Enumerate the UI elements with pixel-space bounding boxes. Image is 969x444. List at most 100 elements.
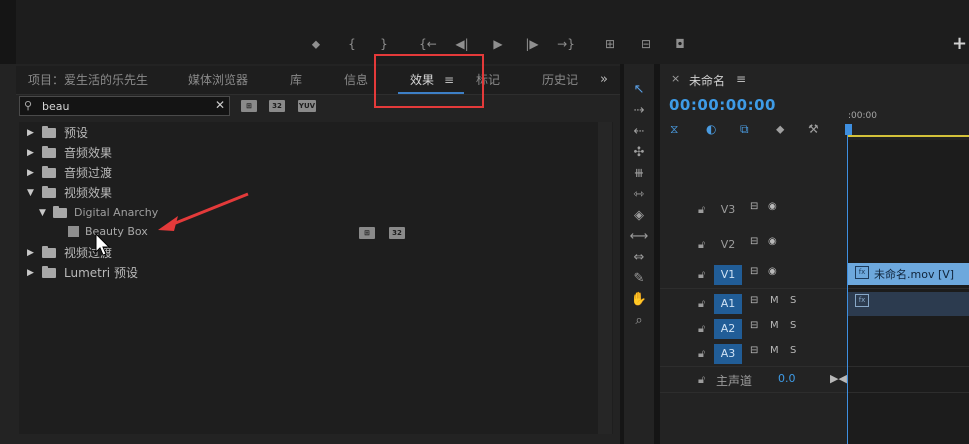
tree-item-label: Lumetri 预设 bbox=[64, 266, 138, 280]
preset-folder-icon bbox=[42, 126, 56, 138]
track-select-backward-icon[interactable]: ⇠ bbox=[627, 122, 651, 142]
zoom-tool-icon[interactable]: ⌕ bbox=[627, 311, 651, 331]
eye-icon[interactable]: ◉ bbox=[768, 201, 777, 212]
sync-lock-icon[interactable]: ⊟ bbox=[750, 295, 758, 306]
rate-stretch-tool-icon[interactable]: ⇿ bbox=[627, 185, 651, 205]
sync-lock-icon[interactable]: ⊟ bbox=[750, 236, 758, 247]
slip-tool-icon[interactable]: ⟷ bbox=[627, 227, 651, 247]
tree-item-label: 音频效果 bbox=[64, 146, 113, 160]
mute-button[interactable]: M bbox=[770, 320, 779, 331]
mark-out-icon[interactable]: } bbox=[374, 34, 394, 54]
expand-triangle-icon[interactable]: ▶ bbox=[27, 123, 37, 143]
rolling-edit-tool-icon[interactable]: ⧻ bbox=[627, 164, 651, 184]
tab-media-browser[interactable]: 媒体浏览器 bbox=[188, 66, 248, 94]
tree-scrollbar[interactable] bbox=[598, 122, 612, 434]
track-name[interactable]: V2 bbox=[714, 235, 742, 255]
track-select-tool-icon[interactable]: ⇢ bbox=[627, 101, 651, 121]
tab-libraries[interactable]: 库 bbox=[290, 66, 302, 94]
tab-info[interactable]: 信息 bbox=[344, 66, 368, 94]
insert-icon[interactable]: ⊞ bbox=[600, 34, 620, 54]
eye-icon[interactable]: ◉ bbox=[768, 266, 777, 277]
mute-button[interactable]: M bbox=[770, 345, 779, 356]
yuv-effects-filter[interactable]: YUV bbox=[298, 100, 316, 112]
track-name[interactable]: A1 bbox=[714, 294, 742, 314]
expand-triangle-icon[interactable]: ▶ bbox=[27, 163, 37, 183]
razor-tool-icon[interactable]: ◈ bbox=[627, 206, 651, 226]
lock-icon[interactable]: 🔓︎ bbox=[698, 322, 705, 336]
mouse-cursor-icon bbox=[95, 232, 111, 256]
add-marker-icon[interactable]: ⬥ bbox=[776, 122, 784, 137]
fx-badge: fx bbox=[855, 266, 869, 279]
solo-button[interactable]: S bbox=[790, 295, 796, 306]
collapse-triangle-icon[interactable]: ▼ bbox=[27, 183, 37, 203]
step-forward-icon[interactable]: |▶ bbox=[522, 34, 542, 54]
tree-item-audio-effects[interactable]: ▶ 音频效果 bbox=[25, 143, 585, 163]
search-input[interactable] bbox=[42, 97, 207, 115]
close-icon[interactable]: × bbox=[671, 72, 680, 85]
settings-wrench-icon[interactable]: ⚒ bbox=[808, 122, 819, 136]
overwrite-icon[interactable]: ⊟ bbox=[636, 34, 656, 54]
add-button[interactable]: + bbox=[952, 33, 967, 54]
selection-tool-icon[interactable]: ↖ bbox=[627, 80, 651, 100]
solo-button[interactable]: S bbox=[790, 345, 796, 356]
mark-in-icon[interactable]: { bbox=[342, 34, 362, 54]
sync-lock-icon[interactable]: ⊟ bbox=[750, 320, 758, 331]
master-volume-value[interactable]: 0.0 bbox=[778, 372, 796, 385]
nest-icon[interactable]: ⧖ bbox=[670, 122, 678, 137]
tree-item-audio-transitions[interactable]: ▶ 音频过渡 bbox=[25, 163, 585, 183]
pen-tool-icon[interactable]: ✎ bbox=[627, 269, 651, 289]
tree-item-presets[interactable]: ▶ 预设 bbox=[25, 123, 585, 143]
track-separator bbox=[660, 366, 969, 367]
playhead-handle[interactable] bbox=[845, 124, 852, 135]
timecode-display[interactable]: 00:00:00:00 bbox=[669, 96, 776, 114]
playhead-line[interactable] bbox=[847, 135, 848, 444]
go-to-out-icon[interactable]: →} bbox=[556, 34, 576, 54]
accelerated-effects-filter[interactable]: ⊞ bbox=[241, 100, 257, 112]
tab-history[interactable]: 历史记 bbox=[542, 66, 578, 94]
slide-tool-icon[interactable]: ⇔ bbox=[627, 248, 651, 268]
track-name[interactable]: V3 bbox=[714, 200, 742, 220]
go-to-in-icon[interactable]: {← bbox=[418, 34, 438, 54]
track-name[interactable]: V1 bbox=[714, 265, 742, 285]
clear-search-icon[interactable]: ✕ bbox=[215, 98, 225, 112]
export-frame-icon[interactable]: ◘ bbox=[670, 34, 690, 54]
lock-icon[interactable]: 🔓︎ bbox=[698, 238, 705, 252]
work-area-bar[interactable] bbox=[848, 135, 969, 137]
marker-icon[interactable]: ⬥ bbox=[306, 34, 326, 54]
lock-icon[interactable]: 🔓︎ bbox=[698, 347, 705, 361]
linked-selection-icon[interactable]: ⧉ bbox=[740, 122, 749, 137]
sync-lock-icon[interactable]: ⊟ bbox=[750, 345, 758, 356]
sequence-menu-icon[interactable]: ≡ bbox=[736, 72, 746, 86]
ripple-edit-tool-icon[interactable]: ✣ bbox=[627, 143, 651, 163]
eye-icon[interactable]: ◉ bbox=[768, 236, 777, 247]
expand-triangle-icon[interactable]: ▶ bbox=[27, 263, 37, 283]
lock-icon[interactable]: 🔓︎ bbox=[698, 203, 705, 217]
snap-icon[interactable]: ◐ bbox=[706, 122, 716, 136]
track-v3: 🔓︎ V3 ⊟ ◉ bbox=[660, 198, 846, 222]
go-to-end-icon[interactable]: ▶◀ bbox=[830, 372, 847, 385]
collapse-triangle-icon[interactable]: ▼ bbox=[39, 203, 49, 223]
32bit-effects-filter[interactable]: 32 bbox=[269, 100, 285, 112]
play-icon[interactable]: ▶ bbox=[488, 34, 508, 54]
tab-project[interactable]: 项目：爱生活的乐先生 bbox=[28, 66, 148, 94]
sync-lock-icon[interactable]: ⊟ bbox=[750, 266, 758, 277]
tree-item-lumetri-presets[interactable]: ▶ Lumetri 预设 bbox=[25, 263, 585, 283]
folder-icon bbox=[42, 186, 56, 198]
lock-icon[interactable]: 🔓︎ bbox=[698, 373, 705, 387]
sync-lock-icon[interactable]: ⊟ bbox=[750, 201, 758, 212]
solo-button[interactable]: S bbox=[790, 320, 796, 331]
expand-triangle-icon[interactable]: ▶ bbox=[27, 243, 37, 263]
tab-overflow-icon[interactable]: » bbox=[600, 72, 608, 87]
program-monitor bbox=[0, 0, 969, 64]
tree-item-label: 预设 bbox=[64, 126, 89, 140]
step-back-icon[interactable]: ◀| bbox=[452, 34, 472, 54]
lock-icon[interactable]: 🔓︎ bbox=[698, 268, 705, 282]
mute-button[interactable]: M bbox=[770, 295, 779, 306]
sequence-tab[interactable]: 未命名 bbox=[689, 72, 725, 89]
track-name[interactable]: A2 bbox=[714, 319, 742, 339]
folder-icon bbox=[42, 166, 56, 178]
track-name[interactable]: A3 bbox=[714, 344, 742, 364]
lock-icon[interactable]: 🔓︎ bbox=[698, 297, 705, 311]
hand-tool-icon[interactable]: ✋ bbox=[627, 290, 651, 310]
expand-triangle-icon[interactable]: ▶ bbox=[27, 143, 37, 163]
